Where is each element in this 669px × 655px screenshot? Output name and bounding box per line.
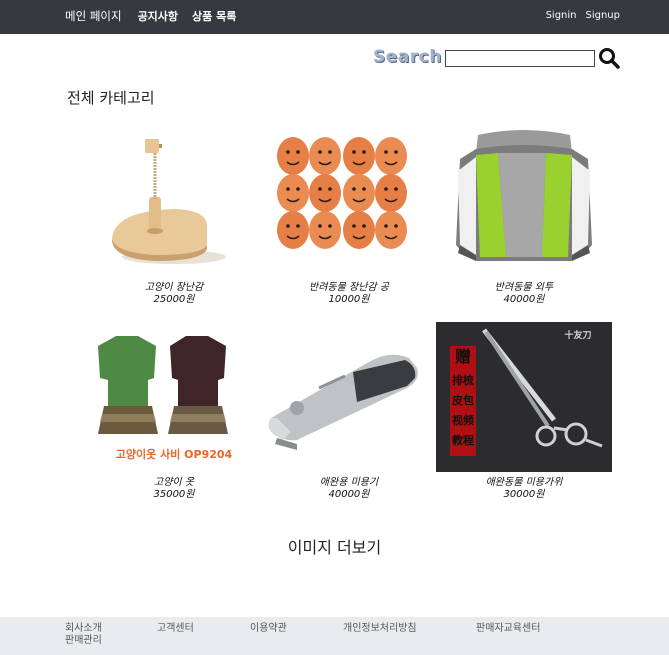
egg-face-eye — [296, 187, 300, 191]
egg-face-eye — [296, 150, 300, 154]
egg-face-eye — [286, 150, 290, 154]
product-price: 35000원 — [153, 489, 195, 500]
egg-shape — [375, 211, 407, 249]
product-name[interactable]: 고양이 장난감 — [86, 281, 262, 294]
egg-face-eye — [318, 187, 322, 191]
footer-link-seller-education[interactable]: 판매자교육센터 — [476, 623, 540, 635]
search-input[interactable] — [445, 50, 595, 67]
product-price: 40000원 — [328, 489, 370, 500]
egg-shape — [309, 137, 341, 175]
product-card[interactable]: 반려동물 장난감 공 10000원 — [261, 127, 437, 306]
product-price: 30000원 — [503, 489, 545, 500]
nav-home-link[interactable]: 메인 페이지 — [65, 8, 122, 24]
product-image-caption: 고양이옷 사비 OP9204 — [116, 447, 233, 461]
product-card[interactable]: 고양이옷 사비 OP9204 고양이 옷 35000원 — [86, 322, 262, 501]
search-label: Search — [373, 47, 442, 67]
egg-face-eye — [352, 187, 356, 191]
footer-link-customer-center[interactable]: 고객센터 — [157, 623, 194, 635]
egg-shape — [375, 137, 407, 175]
egg-face-eye — [362, 187, 366, 191]
egg-shape — [277, 211, 309, 249]
nav-notice-link[interactable]: 공지사항 — [138, 8, 178, 24]
product-image-pet-jacket[interactable] — [436, 127, 612, 277]
product-price: 40000원 — [503, 294, 545, 305]
egg-face-eye — [328, 187, 332, 191]
scissors-caption-5: 教程 — [451, 433, 474, 447]
egg-face-eye — [394, 224, 398, 228]
egg-face-eye — [286, 187, 290, 191]
egg-shape — [277, 174, 309, 212]
scissors-caption-1: 赠 — [455, 347, 471, 366]
product-name[interactable]: 애완용 미용기 — [261, 476, 437, 489]
top-navbar: 메인 페이지 공지사항 상품 목록 Signin Signup — [0, 0, 669, 34]
load-more-images-button[interactable]: 이미지 더보기 — [0, 534, 669, 558]
egg-face-eye — [362, 150, 366, 154]
egg-face-eye — [328, 224, 332, 228]
product-image-egg-balls[interactable] — [261, 127, 437, 277]
egg-face-eye — [318, 150, 322, 154]
scissors-caption-4: 视频 — [452, 413, 474, 427]
product-image-grooming-scissors[interactable]: 赠 排梳 皮包 视频 教程 十友刀 — [436, 322, 612, 472]
egg-shape — [309, 174, 341, 212]
egg-face-eye — [352, 224, 356, 228]
footer-link-company[interactable]: 회사소개 — [65, 623, 102, 635]
scissors-caption-2: 排梳 — [452, 373, 474, 387]
product-price: 25000원 — [153, 294, 195, 305]
footer-link-sales-management[interactable]: 판매관리 — [65, 635, 102, 647]
egg-shape — [343, 137, 375, 175]
egg-face-eye — [352, 150, 356, 154]
egg-shape — [343, 211, 375, 249]
footer-link-terms[interactable]: 이용약관 — [250, 623, 287, 635]
egg-face-eye — [384, 150, 388, 154]
product-image-cat-toy[interactable] — [86, 127, 262, 277]
egg-face-eye — [384, 224, 388, 228]
signin-link[interactable]: Signin — [546, 10, 577, 21]
product-image-cat-dresses[interactable]: 고양이옷 사비 OP9204 — [86, 322, 262, 472]
category-title: 전체 카테고리 — [67, 89, 155, 107]
product-image-pet-clipper[interactable] — [261, 322, 437, 472]
egg-face-eye — [394, 187, 398, 191]
product-name[interactable]: 고양이 옷 — [86, 476, 262, 489]
product-card[interactable]: 반려동물 외투 40000원 — [436, 127, 612, 306]
egg-shape — [309, 211, 341, 249]
egg-face-eye — [296, 224, 300, 228]
scissors-caption-3: 皮包 — [451, 393, 474, 407]
egg-face-eye — [286, 224, 290, 228]
product-card[interactable]: 赠 排梳 皮包 视频 教程 十友刀 애완동물 미용가위 30000원 — [436, 322, 612, 501]
egg-face-eye — [362, 224, 366, 228]
product-name[interactable]: 애완동물 미용가위 — [436, 476, 612, 489]
nav-left: 메인 페이지 공지사항 상품 목록 — [65, 8, 236, 24]
product-price: 10000원 — [328, 294, 370, 305]
egg-shape — [343, 174, 375, 212]
footer: 회사소개 판매관리 고객센터 이용약관 개인정보처리방침 판매자교육센터 — [0, 617, 669, 655]
nav-products-link[interactable]: 상품 목록 — [192, 8, 236, 24]
egg-face-eye — [394, 150, 398, 154]
product-name[interactable]: 반려동물 외투 — [436, 281, 612, 294]
signup-link[interactable]: Signup — [586, 10, 621, 21]
product-card[interactable]: 고양이 장난감 25000원 — [86, 127, 262, 306]
egg-face-eye — [328, 150, 332, 154]
footer-link-privacy[interactable]: 개인정보처리방침 — [343, 623, 417, 635]
nav-right: Signin Signup — [546, 10, 620, 21]
product-card[interactable]: 애완용 미용기 40000원 — [261, 322, 437, 501]
search-icon[interactable] — [598, 47, 620, 69]
egg-face-eye — [384, 187, 388, 191]
egg-face-eye — [318, 224, 322, 228]
search-bar: Search — [373, 47, 623, 69]
egg-shape — [375, 174, 407, 212]
egg-shape — [277, 137, 309, 175]
svg-text:十友刀: 十友刀 — [564, 329, 591, 341]
product-name[interactable]: 반려동물 장난감 공 — [261, 281, 437, 294]
